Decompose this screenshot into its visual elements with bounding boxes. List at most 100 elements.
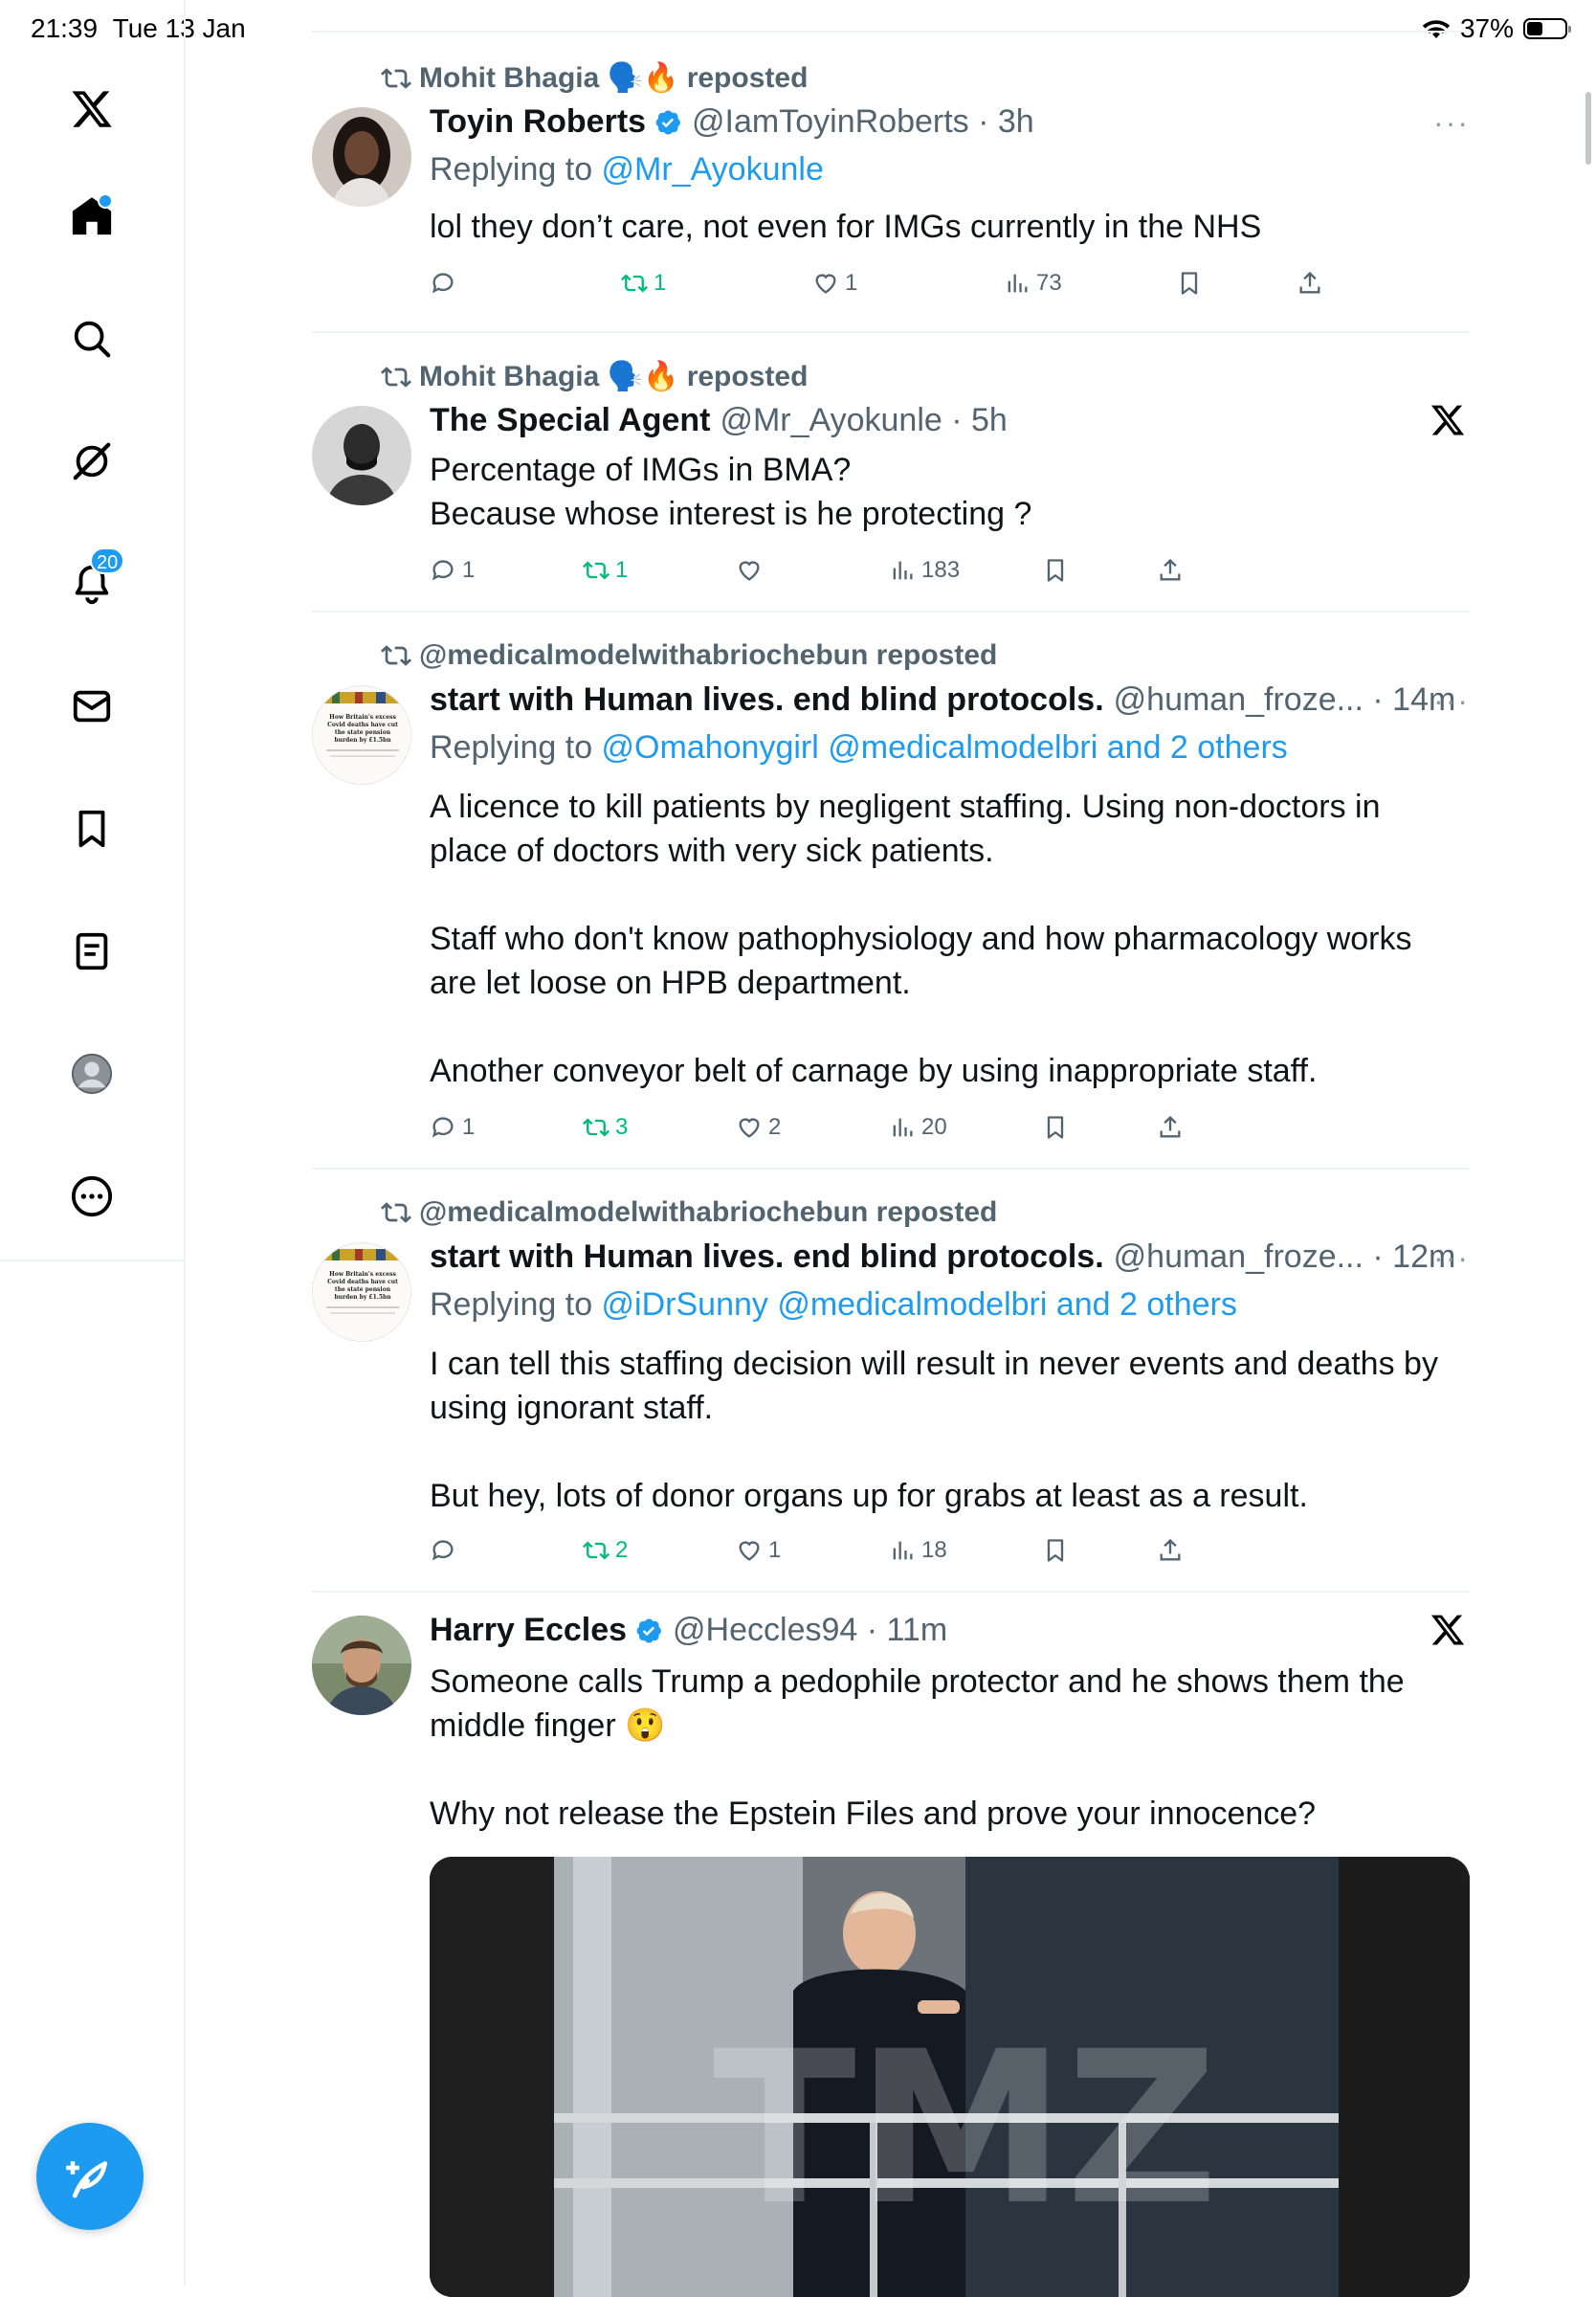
author-handle[interactable]: @human_froze... · 14m (1114, 681, 1456, 719)
views-icon (893, 1118, 913, 1137)
more-icon[interactable] (67, 1171, 117, 1221)
avatar[interactable]: How Britain's excess Covid deaths have c… (312, 685, 411, 785)
tweet-divider (312, 1168, 1470, 1170)
views-button[interactable]: 73 (1004, 270, 1062, 297)
tweet-paragraph: Staff who don't know pathophysiology and… (430, 921, 1412, 1001)
like-button[interactable] (736, 557, 768, 584)
profile-icon[interactable] (67, 1049, 117, 1099)
share-button[interactable] (1157, 1114, 1184, 1141)
author-name[interactable]: start with Human lives. end blind protoc… (430, 1238, 1104, 1276)
views-button[interactable]: 18 (889, 1537, 947, 1564)
repost-count: 3 (615, 1114, 629, 1140)
views-count: 73 (1036, 270, 1062, 296)
bookmark-button[interactable] (1042, 557, 1069, 584)
lists-icon[interactable] (67, 926, 117, 976)
author-name[interactable]: start with Human lives. end blind protoc… (430, 681, 1104, 719)
tweet-paragraph: Another conveyor belt of carnage by usin… (430, 1053, 1318, 1089)
messages-icon[interactable] (67, 681, 117, 731)
author-handle[interactable]: @Mr_Ayokunle · 5h (720, 402, 1007, 439)
author-name[interactable]: Toyin Roberts (430, 103, 646, 141)
bookmark-button[interactable] (1176, 270, 1203, 297)
tweet[interactable]: Mohit Bhagia 🗣️🔥 reposted Toyin Roberts … (312, 57, 1470, 325)
repost-icon (583, 1541, 610, 1560)
repost-button[interactable]: 1 (583, 557, 628, 584)
x-logo-icon[interactable] (1430, 402, 1466, 438)
reply-icon (432, 560, 454, 581)
reply-count: 1 (462, 1114, 476, 1140)
x-logo-icon[interactable] (1430, 1612, 1466, 1648)
repost-button[interactable]: 2 (583, 1537, 628, 1564)
grok-icon[interactable] (67, 436, 117, 486)
replying-to-link[interactable]: @Mr_Ayokunle (602, 151, 824, 188)
replying-to: Replying to @iDrSunny @medicalmodelbri a… (430, 1286, 1237, 1324)
repost-count: 2 (615, 1537, 629, 1563)
repost-icon (381, 67, 411, 89)
notifications-icon[interactable]: 20 (67, 547, 125, 609)
share-button[interactable] (1157, 1537, 1184, 1564)
more-options-button[interactable]: ··· (1433, 683, 1470, 719)
tweet-text: Someone calls Trump a pedophile protecto… (430, 1660, 1451, 1836)
avatar-text: the state pension (335, 1286, 391, 1293)
sidebar: 20 (0, 0, 186, 2286)
more-options-button[interactable]: ··· (1433, 105, 1470, 141)
avatar[interactable] (312, 107, 411, 207)
verified-badge-icon (655, 110, 680, 134)
reply-button[interactable]: 1 (430, 557, 475, 584)
tweet-text: lol they don’t care, not even for IMGs c… (430, 205, 1451, 249)
bookmarks-icon[interactable] (67, 804, 117, 854)
share-button[interactable] (1157, 557, 1184, 584)
heart-icon (739, 1118, 760, 1138)
views-button[interactable]: 183 (889, 557, 960, 584)
compose-button[interactable] (36, 2123, 144, 2230)
views-icon (1008, 274, 1028, 293)
reply-icon (432, 1117, 454, 1138)
search-icon[interactable] (67, 314, 117, 364)
like-button[interactable]: 1 (736, 1537, 781, 1564)
like-button[interactable]: 1 (812, 270, 857, 297)
home-unread-dot (98, 193, 113, 209)
author-handle[interactable]: @Heccles94 · 11m (673, 1612, 947, 1649)
like-count: 1 (768, 1537, 782, 1563)
battery-icon (1523, 18, 1571, 39)
reply-button[interactable]: 1 (430, 1114, 475, 1141)
tweet-header: start with Human lives. end blind protoc… (430, 1238, 1470, 1276)
reply-button[interactable] (430, 270, 462, 297)
compose-feather-icon (66, 2161, 107, 2198)
tweet[interactable]: Mohit Bhagia 🗣️🔥 reposted The Special Ag… (312, 356, 1470, 605)
repost-indicator: Mohit Bhagia 🗣️🔥 reposted (381, 360, 808, 393)
media-watermark: TMZ (713, 2006, 1219, 2251)
share-button[interactable] (1297, 270, 1323, 297)
bookmark-button[interactable] (1042, 1537, 1069, 1564)
tweet[interactable]: Harry Eccles @Heccles94 · 11m Someone ca… (312, 1612, 1470, 2297)
like-button[interactable]: 2 (736, 1114, 781, 1141)
replying-to-link[interactable]: @iDrSunny @medicalmodelbri and 2 others (602, 1286, 1237, 1323)
repost-button[interactable]: 1 (621, 270, 666, 297)
tweet-actions: 1 1 73 (430, 270, 1470, 304)
reply-button[interactable] (430, 1537, 462, 1564)
feed-top-divider (312, 31, 1470, 33)
scrollbar[interactable] (1585, 92, 1591, 165)
bookmark-button[interactable] (1042, 1114, 1069, 1141)
author-name[interactable]: Harry Eccles (430, 1612, 627, 1649)
video-media[interactable]: TMZ (430, 1857, 1470, 2297)
avatar[interactable]: How Britain's excess Covid deaths have c… (312, 1242, 411, 1342)
avatar[interactable] (312, 1616, 411, 1715)
repost-count: 1 (615, 557, 629, 583)
replying-to: Replying to @Mr_Ayokunle (430, 151, 824, 189)
avatar[interactable] (312, 406, 411, 505)
wifi-icon (1422, 20, 1451, 38)
author-name[interactable]: The Special Agent (430, 402, 710, 439)
views-button[interactable]: 20 (889, 1114, 947, 1141)
author-handle[interactable]: @human_froze... · 12m (1114, 1238, 1456, 1276)
tweet-text: Percentage of IMGs in BMA? Because whose… (430, 448, 1451, 536)
x-logo-icon[interactable] (67, 84, 117, 134)
tweet[interactable]: @medicalmodelwithabriochebun reposted Ho… (312, 1193, 1470, 1595)
more-options-button[interactable]: ··· (1433, 1240, 1470, 1276)
author-handle[interactable]: @IamToyinRoberts · 3h (692, 103, 1034, 141)
tweet[interactable]: @medicalmodelwithabriochebun reposted Ho… (312, 636, 1470, 1152)
repost-button[interactable]: 3 (583, 1114, 628, 1141)
tweet-paragraph: Why not release the Epstein Files and pr… (430, 1795, 1317, 1832)
replying-to-link[interactable]: @Omahonygirl @medicalmodelbri and 2 othe… (602, 729, 1288, 766)
home-icon[interactable] (67, 191, 117, 241)
reply-count: 1 (462, 557, 476, 583)
